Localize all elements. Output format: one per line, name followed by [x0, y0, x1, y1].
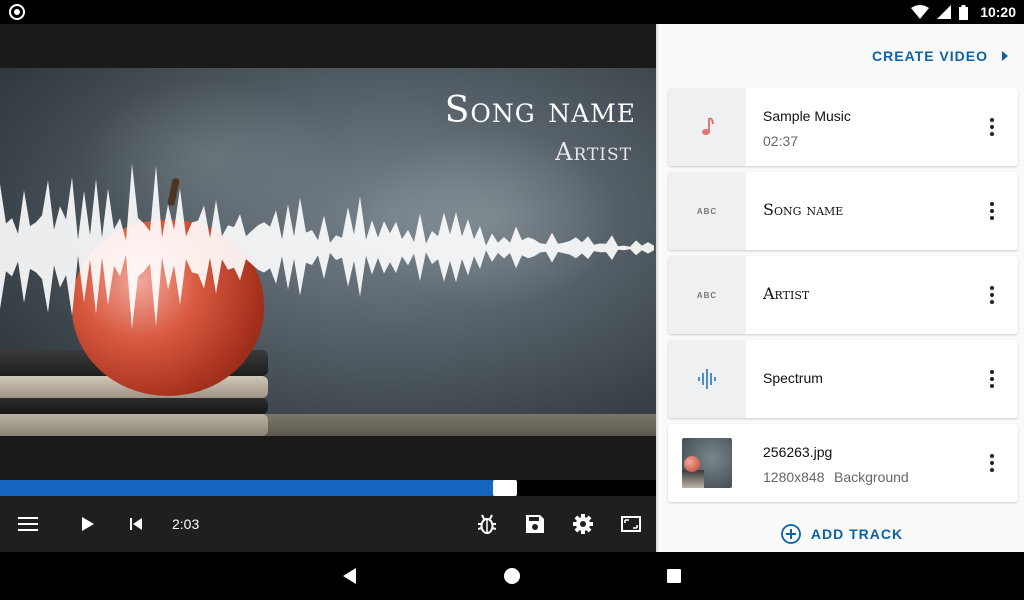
track-thumb	[668, 340, 746, 418]
back-icon[interactable]	[340, 566, 360, 586]
track-title: 256263.jpg	[763, 444, 833, 460]
progress-fill	[0, 480, 505, 496]
menu-dot	[990, 377, 994, 381]
track-overflow-menu[interactable]	[984, 199, 1000, 223]
preview-artist-title: Artist	[555, 138, 632, 166]
create-video-button[interactable]: CREATE VIDEO	[872, 46, 1008, 66]
track-title: Sample Music	[763, 108, 851, 124]
menu-dot	[990, 454, 994, 458]
menu-dot	[990, 293, 994, 297]
menu-dot	[990, 370, 994, 374]
track-overflow-menu[interactable]	[984, 451, 1000, 475]
track-title: Song name	[763, 200, 844, 219]
create-video-label: CREATE VIDEO	[872, 48, 988, 64]
menu-dot	[990, 209, 994, 213]
track-overflow-menu[interactable]	[984, 115, 1000, 139]
text-abc-icon: ABC	[696, 206, 718, 216]
thumb-books	[682, 470, 704, 488]
menu-dot	[990, 468, 994, 472]
book	[0, 398, 268, 414]
book	[0, 414, 268, 436]
video-preview[interactable]: Song name Artist	[0, 68, 656, 436]
track-title: Artist	[763, 284, 810, 303]
menu-dot	[990, 461, 994, 465]
save-icon	[526, 515, 544, 533]
battery-icon	[959, 4, 969, 20]
player-controls: 2:03	[0, 496, 656, 552]
menu-dot	[990, 125, 994, 129]
current-time: 2:03	[172, 516, 200, 532]
wifi-icon	[911, 5, 930, 19]
image-resolution: 1280x848	[763, 469, 825, 485]
track-item-song-name[interactable]: ABC Song name	[668, 172, 1018, 250]
track-overflow-menu[interactable]	[984, 283, 1000, 307]
save-button[interactable]	[521, 510, 549, 538]
spectrum-waveform	[0, 163, 654, 329]
aspect-ratio-icon	[621, 516, 641, 532]
track-thumb: ABC	[668, 256, 746, 334]
thumb-apple	[684, 456, 700, 472]
track-panel: CREATE VIDEO Sample Music 02:37 ABC Song…	[656, 24, 1024, 552]
progress-thumb[interactable]	[493, 480, 517, 496]
progress-bar[interactable]	[0, 480, 656, 496]
menu-dot	[990, 216, 994, 220]
image-role: Background	[834, 469, 909, 485]
navigation-bar	[0, 552, 1024, 600]
add-circle-icon	[780, 524, 801, 544]
debug-button[interactable]	[473, 510, 501, 538]
bug-icon	[478, 514, 496, 534]
play-button[interactable]	[74, 510, 102, 538]
menu-button[interactable]	[14, 510, 42, 538]
status-bar: 10:20	[0, 0, 1024, 24]
menu-dot	[990, 132, 994, 136]
track-title: Spectrum	[763, 370, 823, 386]
track-item-background-image[interactable]: 256263.jpg 1280x848 Background	[668, 424, 1018, 502]
menu-dot	[990, 384, 994, 388]
aspect-ratio-button[interactable]	[617, 510, 645, 538]
menu-icon	[18, 517, 38, 531]
track-duration: 02:37	[763, 133, 799, 149]
track-thumb: ABC	[668, 172, 746, 250]
preview-song-title: Song name	[444, 90, 636, 131]
settings-button[interactable]	[569, 510, 597, 538]
skip-previous-icon	[130, 518, 142, 530]
play-icon	[82, 517, 94, 531]
menu-dot	[990, 118, 994, 122]
add-track-label: ADD TRACK	[810, 526, 904, 542]
track-item-artist[interactable]: ABC Artist	[668, 256, 1018, 334]
video-player: Song name Artist 2:03	[0, 24, 656, 552]
menu-dot	[990, 286, 994, 290]
track-thumb	[668, 88, 746, 166]
notification-icon	[9, 4, 25, 20]
home-icon[interactable]	[502, 566, 522, 586]
text-abc-icon: ABC	[696, 290, 718, 300]
image-thumbnail	[682, 438, 732, 488]
status-right: 10:20	[911, 0, 1016, 24]
menu-dot	[990, 300, 994, 304]
track-item-spectrum[interactable]: Spectrum	[668, 340, 1018, 418]
track-item-music[interactable]: Sample Music 02:37	[668, 88, 1018, 166]
spectrum-icon	[698, 369, 716, 389]
gear-icon	[573, 514, 593, 534]
add-track-button[interactable]: ADD TRACK	[658, 524, 1024, 544]
recents-icon[interactable]	[664, 566, 684, 586]
skip-start-button[interactable]	[122, 510, 150, 538]
music-note-icon	[702, 117, 714, 135]
arrow-right-icon	[1002, 51, 1008, 61]
menu-dot	[990, 202, 994, 206]
signal-icon	[937, 5, 952, 19]
status-time: 10:20	[980, 4, 1016, 20]
track-overflow-menu[interactable]	[984, 367, 1000, 391]
